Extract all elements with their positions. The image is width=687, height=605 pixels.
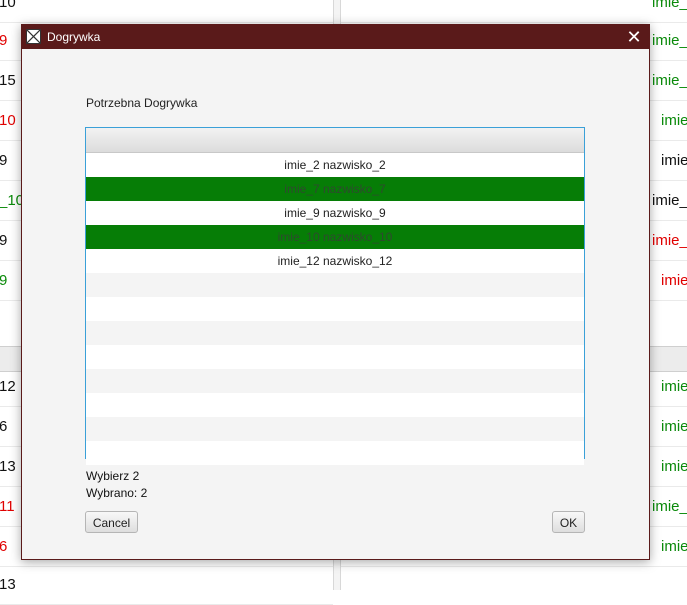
list-item[interactable]: imie_2 nazwisko_2 [86, 153, 584, 177]
empty-list-row [86, 273, 584, 297]
player-name-cell: imie_ [652, 498, 687, 515]
players-list[interactable]: imie_2 nazwisko_2 imie_7 nazwisko_7 imie_9… [85, 127, 585, 465]
player-name-cell: imie_ [652, 232, 687, 249]
empty-list-row [86, 441, 584, 465]
chosen-count-label: Wybrano: 2 [86, 486, 148, 500]
cancel-button[interactable]: Cancel [85, 511, 138, 533]
empty-list-row [86, 345, 584, 369]
score-cell: 9 [0, 32, 8, 49]
choose-count-label: Wybierz 2 [86, 469, 140, 483]
score-cell: 9 [0, 152, 8, 169]
score-cell: 13 [0, 576, 16, 593]
score-cell: 10 [0, 0, 16, 11]
list-item[interactable]: imie_9 nazwisko_9 [86, 201, 584, 225]
score-cell: 13 [0, 458, 16, 475]
score-cell: 12 [0, 378, 16, 395]
list-column-header [86, 128, 584, 153]
player-name-cell: imie [661, 152, 687, 169]
score-cell: 10 [0, 112, 16, 129]
score-cell: 6 [0, 418, 8, 435]
close-icon[interactable]: ✕ [625, 27, 643, 47]
player-name-cell: imie [661, 458, 687, 475]
list-item[interactable]: imie_10 nazwisko_10 [86, 225, 584, 249]
tiebreak-needed-label: Potrzebna Dogrywka [86, 96, 198, 110]
row-divider [341, 22, 687, 23]
score-cell: 9 [0, 232, 8, 249]
player-name-cell: imie_ [652, 72, 687, 89]
player-name-cell: imie [661, 378, 687, 395]
ok-button[interactable]: OK [552, 511, 585, 533]
list-item[interactable]: imie_7 nazwisko_7 [86, 177, 584, 201]
row-divider [0, 22, 333, 23]
list-rows: imie_2 nazwisko_2 imie_7 nazwisko_7 imie_9… [86, 153, 584, 465]
dialog-title: Dogrywka [47, 30, 101, 44]
player-name-cell: imie [661, 538, 687, 555]
empty-list-row [86, 393, 584, 417]
empty-list-row [86, 417, 584, 441]
list-item[interactable]: imie_12 nazwisko_12 [86, 249, 584, 273]
score-cell: 11 [0, 498, 15, 515]
empty-list-row [86, 297, 584, 321]
row-divider [0, 566, 333, 567]
dialog-titlebar[interactable]: Dogrywka ✕ [22, 25, 649, 49]
player-name-cell: imie_ [652, 0, 687, 11]
score-cell: 15 [0, 72, 16, 89]
row-divider [341, 566, 687, 567]
player-name-cell: imie [661, 112, 687, 129]
dogrywka-dialog: Dogrywka ✕ Potrzebna Dogrywka imie_2 naz… [21, 24, 650, 560]
empty-list-row [86, 321, 584, 345]
empty-list-row [86, 369, 584, 393]
player-name-cell: imie_ [652, 192, 687, 209]
score-cell: 9 [0, 272, 8, 289]
player-name-cell: imie_ [652, 32, 687, 49]
score-cell: 6 [0, 538, 8, 555]
app-window-icon [26, 29, 41, 44]
player-name-cell: imie [661, 272, 687, 289]
player-name-cell: imie [661, 418, 687, 435]
